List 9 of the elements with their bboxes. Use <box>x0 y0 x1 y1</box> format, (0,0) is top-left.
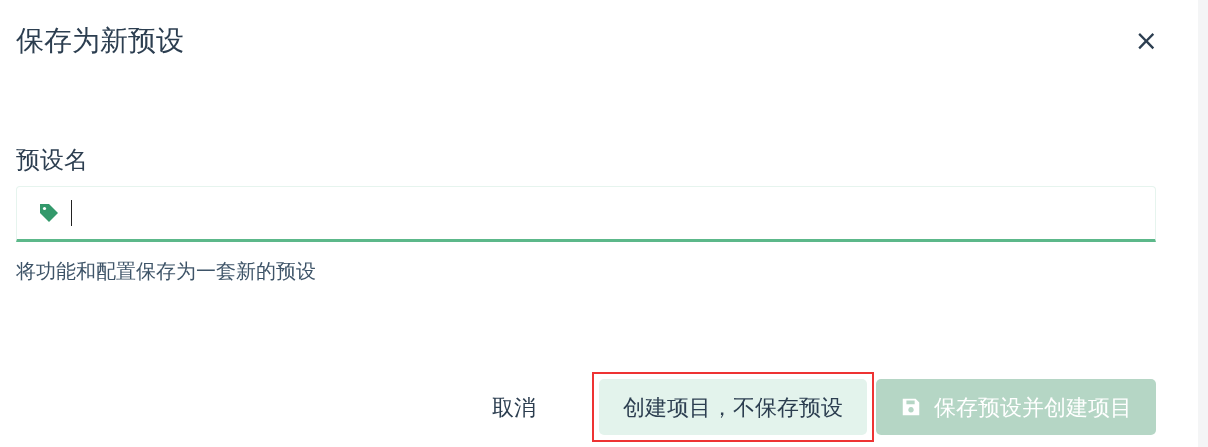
dialog-title: 保存为新预设 <box>16 23 184 59</box>
tag-icon <box>37 201 61 225</box>
hint-text: 将功能和配置保存为一套新的预设 <box>16 258 317 285</box>
cancel-button[interactable]: 取消 <box>468 379 560 435</box>
name-input-field[interactable] <box>16 186 1156 242</box>
close-button[interactable]: × <box>1124 27 1168 55</box>
field-label: 预设名 <box>16 145 89 176</box>
create-project-button[interactable]: 创建项目，不保存预设 <box>599 379 867 435</box>
save-icon <box>900 396 922 418</box>
